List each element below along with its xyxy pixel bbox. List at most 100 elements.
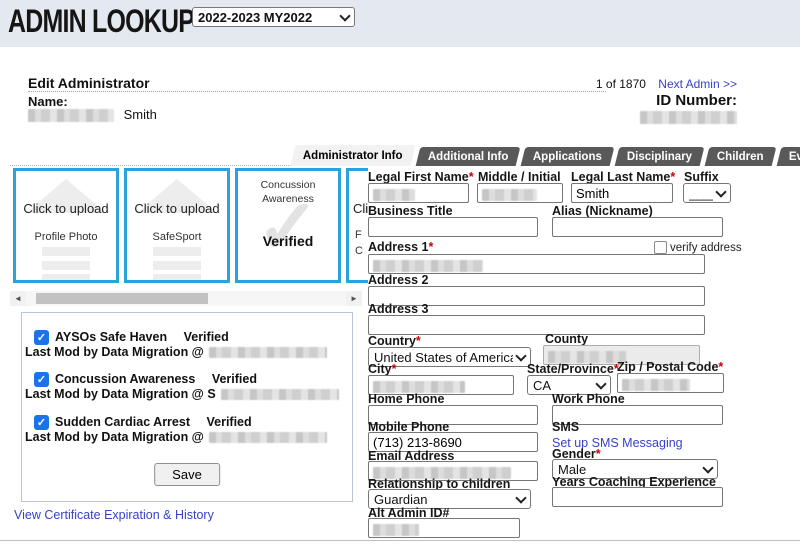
card-title: Concussion Awareness <box>246 179 330 206</box>
safe-haven-checkbox[interactable] <box>34 330 49 345</box>
chevron-down-icon <box>516 494 526 504</box>
cert-label: Concussion Awareness Verified <box>55 372 257 386</box>
cardiac-arrest-checkbox[interactable] <box>34 415 49 430</box>
bottom-divider <box>0 540 800 541</box>
concussion-checkbox[interactable] <box>34 372 49 387</box>
scrollbar-track[interactable] <box>26 291 346 306</box>
upload-bar-decoration <box>42 261 90 270</box>
redacted-value <box>373 260 483 272</box>
admin-name-value: Smith <box>28 107 157 122</box>
heading-divider <box>28 91 606 92</box>
address1-label: Address 1* <box>368 240 433 254</box>
redacted-timestamp <box>221 389 339 400</box>
scrollbar-thumb[interactable] <box>36 293 208 304</box>
address3-field[interactable] <box>368 315 705 335</box>
tab-applications[interactable]: Applications <box>521 147 615 166</box>
tab-children[interactable]: Children <box>705 147 776 166</box>
upload-bar-decoration <box>42 247 90 256</box>
save-button[interactable]: Save <box>154 463 220 486</box>
chevron-down-icon <box>703 464 713 474</box>
upload-type-text: Profile Photo <box>16 231 116 243</box>
redacted-first-name <box>28 109 114 122</box>
upload-action-text: Click to upload <box>349 201 368 216</box>
chevron-down-icon <box>340 12 350 22</box>
section-heading: Edit Administrator <box>28 75 150 91</box>
verify-address-label: verify address <box>670 242 742 254</box>
certifications-panel: AYSOs Safe Haven Verified Last Mod by Da… <box>21 312 353 502</box>
upload-action-text: Click to upload <box>127 201 227 216</box>
legal-last-name-label: Legal Last Name* <box>571 170 675 184</box>
legal-first-name-label: Legal First Name* <box>368 170 474 184</box>
business-title-label: Business Title <box>368 204 453 218</box>
tab-bar: Administrator Info Additional Info Appli… <box>293 145 800 166</box>
tab-additional-info[interactable]: Additional Info <box>415 147 520 166</box>
upload-profile-photo[interactable]: Click to upload Profile Photo <box>13 168 119 283</box>
upload-scrollbar[interactable]: ◄ ► <box>10 291 362 306</box>
page-title: ADMIN LOOKUP <box>8 3 194 40</box>
admin-lookup-page: ADMIN LOOKUP 2022-2023 MY2022 Edit Admin… <box>0 0 800 544</box>
upload-bar-decoration <box>153 274 201 283</box>
id-number-value <box>530 109 737 127</box>
sms-label: SMS <box>552 420 579 434</box>
chevron-down-icon <box>596 380 606 390</box>
upload-type-text: SafeSport <box>127 231 227 243</box>
tab-administrator-info[interactable]: Administrator Info <box>290 145 415 166</box>
work-phone-label: Work Phone <box>552 392 625 406</box>
upload-bar-decoration <box>42 274 90 283</box>
upload-bar-decoration <box>153 247 201 256</box>
zip-label: Zip / Postal Code* <box>617 360 723 374</box>
alias-field[interactable] <box>552 217 723 237</box>
legal-last-name-field[interactable] <box>571 183 673 203</box>
scroll-left-icon[interactable]: ◄ <box>10 291 26 306</box>
scroll-right-icon[interactable]: ► <box>346 291 362 306</box>
membership-year-select[interactable]: 2022-2023 MY2022 <box>192 7 355 27</box>
verify-address-checkbox[interactable] <box>654 241 667 254</box>
zip-field[interactable] <box>617 373 724 393</box>
redacted-timestamp <box>209 432 327 443</box>
tab-disciplinary[interactable]: Disciplinary <box>615 147 705 166</box>
business-title-field[interactable] <box>368 217 538 237</box>
id-number-label: ID Number: <box>530 92 737 109</box>
cert-lastmod: Last Mod by Data Migration @ <box>25 430 327 444</box>
chevron-down-icon <box>516 352 526 362</box>
alias-label: Alias (Nickname) <box>552 204 653 218</box>
upload-action-text: Click to upload <box>16 201 116 216</box>
cert-lastmod: Last Mod by Data Migration @ <box>25 345 327 359</box>
membership-year-value: 2022-2023 MY2022 <box>198 10 337 25</box>
cert-label: AYSOs Safe Haven Verified <box>55 330 229 344</box>
pager-row: 1 of 1870 Next Admin >> <box>480 77 737 91</box>
tab-events[interactable]: Events <box>777 147 800 166</box>
upload-clipped-card[interactable]: Click to upload F C <box>346 168 368 283</box>
upload-safesport[interactable]: Click to upload SafeSport <box>124 168 230 283</box>
country-label: Country* <box>368 334 421 348</box>
upload-carousel: Click to upload Profile Photo Click to u… <box>10 167 368 288</box>
address1-field[interactable] <box>368 254 705 274</box>
middle-initial-field[interactable] <box>477 183 563 203</box>
city-label: City* <box>368 362 397 376</box>
verified-status: Verified <box>238 233 338 249</box>
years-coaching-field[interactable] <box>552 487 723 507</box>
clipped-text-fragment: F <box>355 229 362 241</box>
cert-label: Sudden Cardiac Arrest Verified <box>55 415 252 429</box>
county-label: County <box>545 332 588 346</box>
header-bar: ADMIN LOOKUP 2022-2023 MY2022 <box>0 0 800 47</box>
home-phone-label: Home Phone <box>368 392 444 406</box>
chevron-down-icon <box>716 188 726 198</box>
legal-first-name-field[interactable] <box>368 183 469 203</box>
concussion-awareness-card[interactable]: Concussion Awareness Verified <box>235 168 341 283</box>
redacted-value <box>373 189 415 201</box>
redacted-value <box>622 379 690 391</box>
cert-lastmod: Last Mod by Data Migration @ S <box>25 387 339 401</box>
upload-bar-decoration <box>153 261 201 270</box>
redacted-id-number <box>640 111 737 124</box>
redacted-timestamp <box>209 347 327 358</box>
alt-admin-id-field[interactable] <box>368 518 520 538</box>
state-label: State/Province* <box>527 362 619 376</box>
next-admin-link[interactable]: Next Admin >> <box>658 77 737 91</box>
view-certificate-link[interactable]: View Certificate Expiration & History <box>14 508 214 522</box>
redacted-value <box>373 524 419 536</box>
record-counter: 1 of 1870 <box>596 77 646 91</box>
suffix-select[interactable]: ____ <box>683 183 731 203</box>
clipped-text-fragment: C <box>355 245 363 257</box>
redacted-value <box>482 189 537 201</box>
